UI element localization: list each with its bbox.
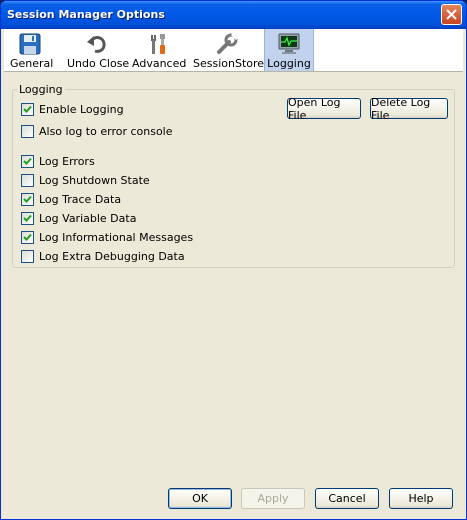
tab-general-label: General [10,57,54,70]
log-informational-messages-label: Log Informational Messages [39,230,194,244]
log-variable-data-checkbox[interactable]: Log Variable Data [21,210,136,226]
cancel-button[interactable]: Cancel [315,488,379,509]
options-dialog: Session Manager Options General Undo Clo… [0,0,467,520]
wrench-icon [215,32,239,56]
tab-advanced[interactable]: Advanced [132,29,186,71]
enable-logging-label: Enable Logging [39,102,124,116]
options-toolbar: General Undo Close Advanced SessionStore… [4,29,463,72]
close-button[interactable] [441,4,462,25]
enable-logging-checkbox[interactable]: Enable Logging [21,101,124,117]
tab-advanced-label: Advanced [132,57,187,70]
floppy-disk-icon [18,32,42,56]
tab-sessionstore-label: SessionStore [193,57,265,70]
undo-arrow-icon [85,32,109,56]
log-informational-messages-checkbox[interactable]: Log Informational Messages [21,229,193,245]
checkbox-box [21,102,34,116]
error-console-checkbox[interactable]: Also log to error console [21,123,173,139]
tab-undo-close-label: Undo Close [67,57,130,70]
monitor-icon [277,32,301,56]
tab-sessionstore[interactable]: SessionStore [193,29,265,71]
checkbox-box [21,173,34,187]
tab-logging[interactable]: Logging [264,29,314,71]
checkbox-box [21,230,34,244]
checkbox-box [21,154,34,168]
tab-undo-close[interactable]: Undo Close [67,29,130,71]
tab-logging-label: Logging [267,57,311,70]
log-shutdown-state-label: Log Shutdown State [39,173,150,187]
error-console-label: Also log to error console [39,124,173,138]
title-bar[interactable]: Session Manager Options [1,1,466,29]
tab-general[interactable]: General [10,29,54,71]
checkbox-box [21,124,34,138]
log-trace-data-checkbox[interactable]: Log Trace Data [21,191,121,207]
help-button[interactable]: Help [389,488,453,509]
ok-button[interactable]: OK [168,488,232,509]
checkbox-box [21,192,34,206]
log-extra-debugging-data-checkbox[interactable]: Log Extra Debugging Data [21,248,185,264]
log-errors-label: Log Errors [39,154,95,168]
log-extra-debugging-data-label: Log Extra Debugging Data [39,249,185,263]
apply-button[interactable]: Apply [241,488,305,509]
log-shutdown-state-checkbox[interactable]: Log Shutdown State [21,172,150,188]
window-title: Session Manager Options [7,8,165,21]
logging-group-label: Logging [17,83,65,96]
tools-icon [147,32,171,56]
log-errors-checkbox[interactable]: Log Errors [21,153,95,169]
open-log-file-button[interactable]: Open Log File [287,96,361,122]
checkbox-box [21,249,34,263]
checkbox-box [21,211,34,225]
delete-log-file-button[interactable]: Delete Log File [370,96,448,122]
log-variable-data-label: Log Variable Data [39,211,137,225]
log-trace-data-label: Log Trace Data [39,192,122,206]
